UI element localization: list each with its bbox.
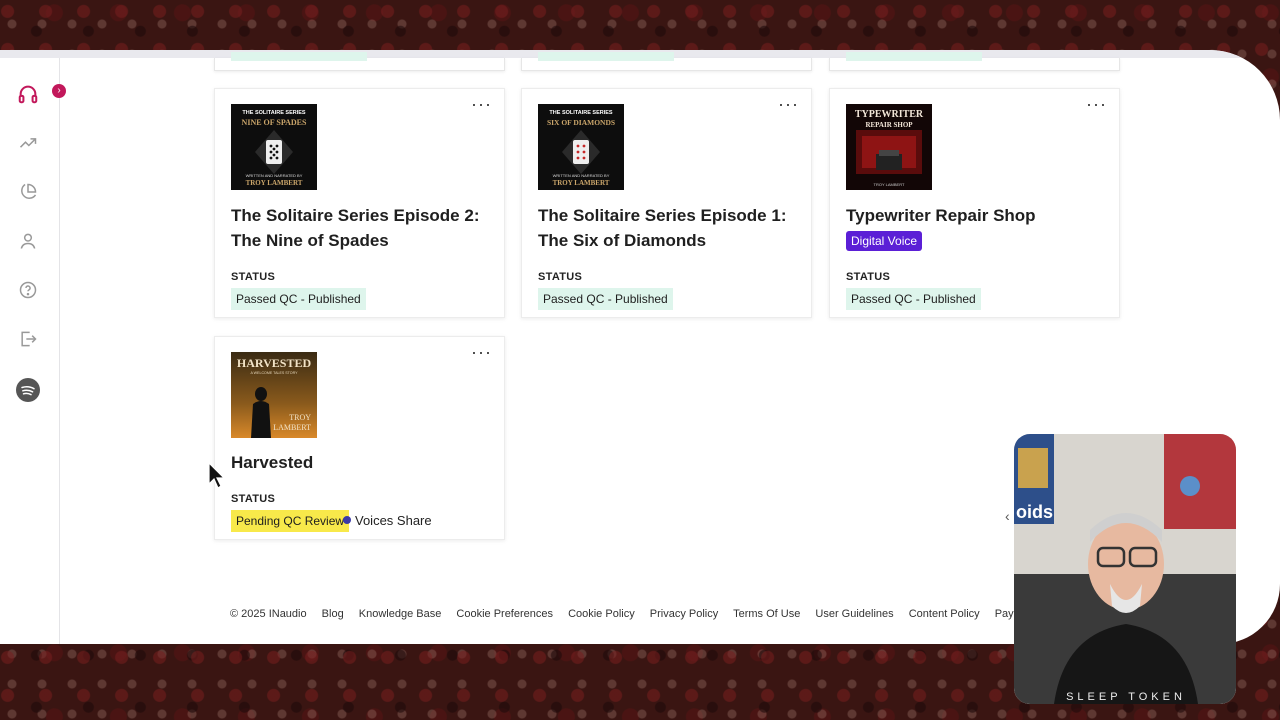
cover-image: TYPEWRITER REPAIR SHOP TROY LAMBERT — [846, 104, 932, 190]
cover-image: HARVESTED A WELCOME TALES STORY TROY LAM… — [231, 352, 317, 438]
logout-icon[interactable] — [16, 327, 40, 351]
audiobook-card[interactable]: THE SOLITAIRE SERIES NINE OF SPADES WRIT… — [214, 88, 505, 318]
svg-text:TROY LAMBERT: TROY LAMBERT — [553, 179, 610, 187]
pie-chart-icon[interactable] — [16, 180, 40, 204]
voices-share-tag: Voices Share — [343, 510, 432, 532]
status-badge: Passed QC - Published — [231, 288, 366, 310]
footer-link[interactable]: Blog — [322, 608, 344, 620]
svg-text:NINE OF SPADES: NINE OF SPADES — [242, 118, 307, 127]
svg-text:LAMBERT: LAMBERT — [273, 423, 311, 432]
status-label: STATUS — [231, 493, 276, 505]
svg-text:THE SOLITAIRE SERIES: THE SOLITAIRE SERIES — [549, 110, 612, 116]
headphones-icon[interactable] — [16, 82, 40, 106]
webcam-overlay: oids SLEEP TOKEN — [1014, 434, 1236, 704]
svg-text:REPAIR SHOP: REPAIR SHOP — [865, 121, 913, 129]
svg-text:SIX OF DIAMONDS: SIX OF DIAMONDS — [547, 118, 615, 127]
svg-text:WRITTEN AND NARRATED BY: WRITTEN AND NARRATED BY — [246, 173, 303, 178]
cover-image: THE SOLITAIRE SERIES SIX OF DIAMONDS WRI… — [538, 104, 624, 190]
status-label: STATUS — [538, 271, 583, 283]
footer-link[interactable]: User Guidelines — [815, 608, 893, 620]
book-title[interactable]: The Solitaire Series Episode 2: The Nine… — [231, 203, 491, 253]
digital-voice-badge: Digital Voice — [846, 231, 923, 251]
status-label: STATUS — [846, 271, 891, 283]
svg-text:TROY: TROY — [289, 413, 311, 422]
spotify-icon[interactable] — [16, 378, 40, 402]
voices-share-label: Voices Share — [355, 513, 432, 528]
card-partial — [214, 52, 505, 71]
more-options-button[interactable]: ··· — [778, 95, 799, 113]
help-icon[interactable] — [16, 278, 40, 302]
trending-icon[interactable] — [16, 131, 40, 155]
footer-link[interactable]: Content Policy — [909, 608, 980, 620]
chevron-left-icon[interactable]: ‹ — [1005, 508, 1010, 524]
sidebar: › — [0, 58, 66, 644]
status-badge: Passed QC - Published — [846, 288, 981, 310]
status-badge: Passed QC - Published — [538, 288, 673, 310]
book-title[interactable]: Harvested — [231, 450, 491, 475]
status-badge: Pending QC Review — [231, 510, 350, 532]
footer-link[interactable]: Terms Of Use — [733, 608, 800, 620]
book-title[interactable]: The Solitaire Series Episode 1: The Six … — [538, 203, 798, 253]
cover-image: THE SOLITAIRE SERIES NINE OF SPADES WRIT… — [231, 104, 317, 190]
footer-link[interactable]: Privacy Policy — [650, 608, 718, 620]
footer-link[interactable]: Cookie Preferences — [456, 608, 553, 620]
user-icon[interactable] — [16, 229, 40, 253]
voices-share-dot — [343, 516, 351, 524]
footer-link[interactable]: Knowledge Base — [359, 608, 442, 620]
svg-text:TROY LAMBERT: TROY LAMBERT — [874, 182, 906, 187]
card-partial — [521, 52, 812, 71]
previous-row — [214, 52, 1120, 71]
more-options-button[interactable]: ··· — [471, 343, 492, 361]
audiobook-card[interactable]: TYPEWRITER REPAIR SHOP TROY LAMBERT ··· … — [829, 88, 1120, 318]
svg-text:HARVESTED: HARVESTED — [237, 356, 312, 370]
collapse-sidebar-button[interactable]: › — [52, 84, 66, 98]
svg-text:THE SOLITAIRE SERIES: THE SOLITAIRE SERIES — [242, 110, 305, 116]
book-title[interactable]: Typewriter Repair Shop — [846, 203, 1106, 228]
svg-text:SLEEP TOKEN: SLEEP TOKEN — [1066, 691, 1186, 703]
svg-text:A WELCOME TALES STORY: A WELCOME TALES STORY — [250, 371, 298, 375]
footer-link[interactable]: Cookie Policy — [568, 608, 635, 620]
svg-text:WRITTEN AND NARRATED BY: WRITTEN AND NARRATED BY — [553, 173, 610, 178]
status-label: STATUS — [231, 271, 276, 283]
audiobook-card[interactable]: THE SOLITAIRE SERIES SIX OF DIAMONDS WRI… — [521, 88, 812, 318]
svg-text:TROY LAMBERT: TROY LAMBERT — [246, 179, 303, 187]
footer: © 2025 INaudio Blog Knowledge Base Cooki… — [230, 608, 1060, 620]
svg-text:TYPEWRITER: TYPEWRITER — [855, 109, 924, 120]
more-options-button[interactable]: ··· — [1086, 95, 1107, 113]
footer-copyright: © 2025 INaudio — [230, 608, 307, 620]
more-options-button[interactable]: ··· — [471, 95, 492, 113]
mouse-cursor-icon — [208, 461, 226, 495]
audiobook-card[interactable]: HARVESTED A WELCOME TALES STORY TROY LAM… — [214, 336, 505, 540]
svg-text:oids: oids — [1016, 502, 1053, 522]
card-partial — [829, 52, 1120, 71]
